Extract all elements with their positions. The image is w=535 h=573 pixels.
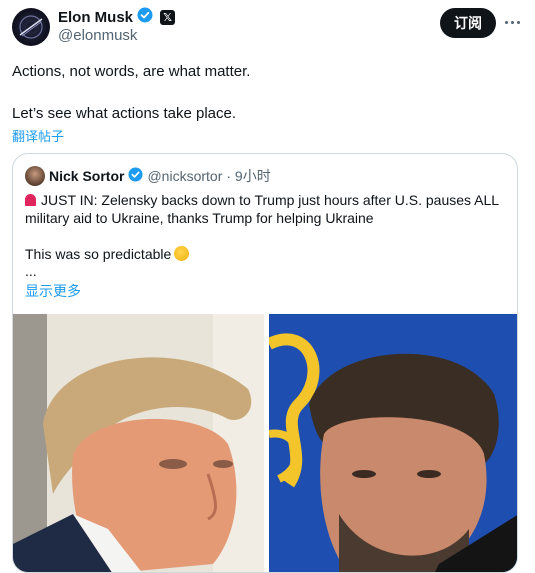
quoted-text-line-2: military aid to Ukraine, thanks Trump fo…: [25, 210, 374, 226]
quoted-post-card[interactable]: Nick Sortor @nicksortor · 9小时 JUST IN: Z…: [12, 153, 518, 573]
quoted-photo-right[interactable]: [269, 314, 517, 572]
show-more-link[interactable]: 显示更多: [25, 281, 81, 301]
photo-right-image: [269, 314, 517, 572]
quoted-author-avatar[interactable]: [25, 166, 45, 186]
siren-emoji-icon: [25, 194, 36, 206]
more-icon[interactable]: [502, 12, 522, 32]
quoted-line-3-text: This was so predictable: [25, 246, 172, 262]
avatar-image: [19, 15, 43, 39]
translate-post-link[interactable]: 翻译帖子: [12, 126, 64, 145]
quoted-ellipsis: ...: [25, 263, 37, 279]
author-name-row: Elon Musk 𝕏: [58, 7, 176, 28]
verified-badge-icon: [128, 167, 143, 185]
photo-left-image: [13, 314, 264, 572]
quoted-author-handle[interactable]: @nicksortor: [147, 168, 222, 184]
quoted-text-line-1: JUST IN: Zelensky backs down to Trump ju…: [25, 191, 510, 209]
x-logo-icon: 𝕏: [160, 9, 176, 25]
quoted-photo-left[interactable]: [13, 314, 264, 572]
quoted-author-name[interactable]: Nick Sortor: [49, 168, 124, 184]
rolling-laughing-emoji-icon: [174, 246, 190, 261]
post-text-line-1: Actions, not words, are what matter.: [12, 63, 251, 80]
author-name[interactable]: Elon Musk: [58, 9, 133, 26]
quoted-text-line-3: This was so predictable: [25, 245, 510, 263]
post-text-line-2: Let’s see what actions take place.: [12, 105, 237, 122]
quoted-post-header: Nick Sortor @nicksortor · 9小时: [49, 166, 271, 186]
author-avatar[interactable]: [12, 8, 50, 46]
verified-badge-icon: [137, 7, 153, 28]
author-handle[interactable]: @elonmusk: [58, 27, 137, 44]
subscribe-button[interactable]: 订阅: [440, 8, 496, 38]
quoted-post-time[interactable]: · 9小时: [226, 166, 270, 186]
quoted-line-1-text: JUST IN: Zelensky backs down to Trump ju…: [41, 192, 500, 208]
